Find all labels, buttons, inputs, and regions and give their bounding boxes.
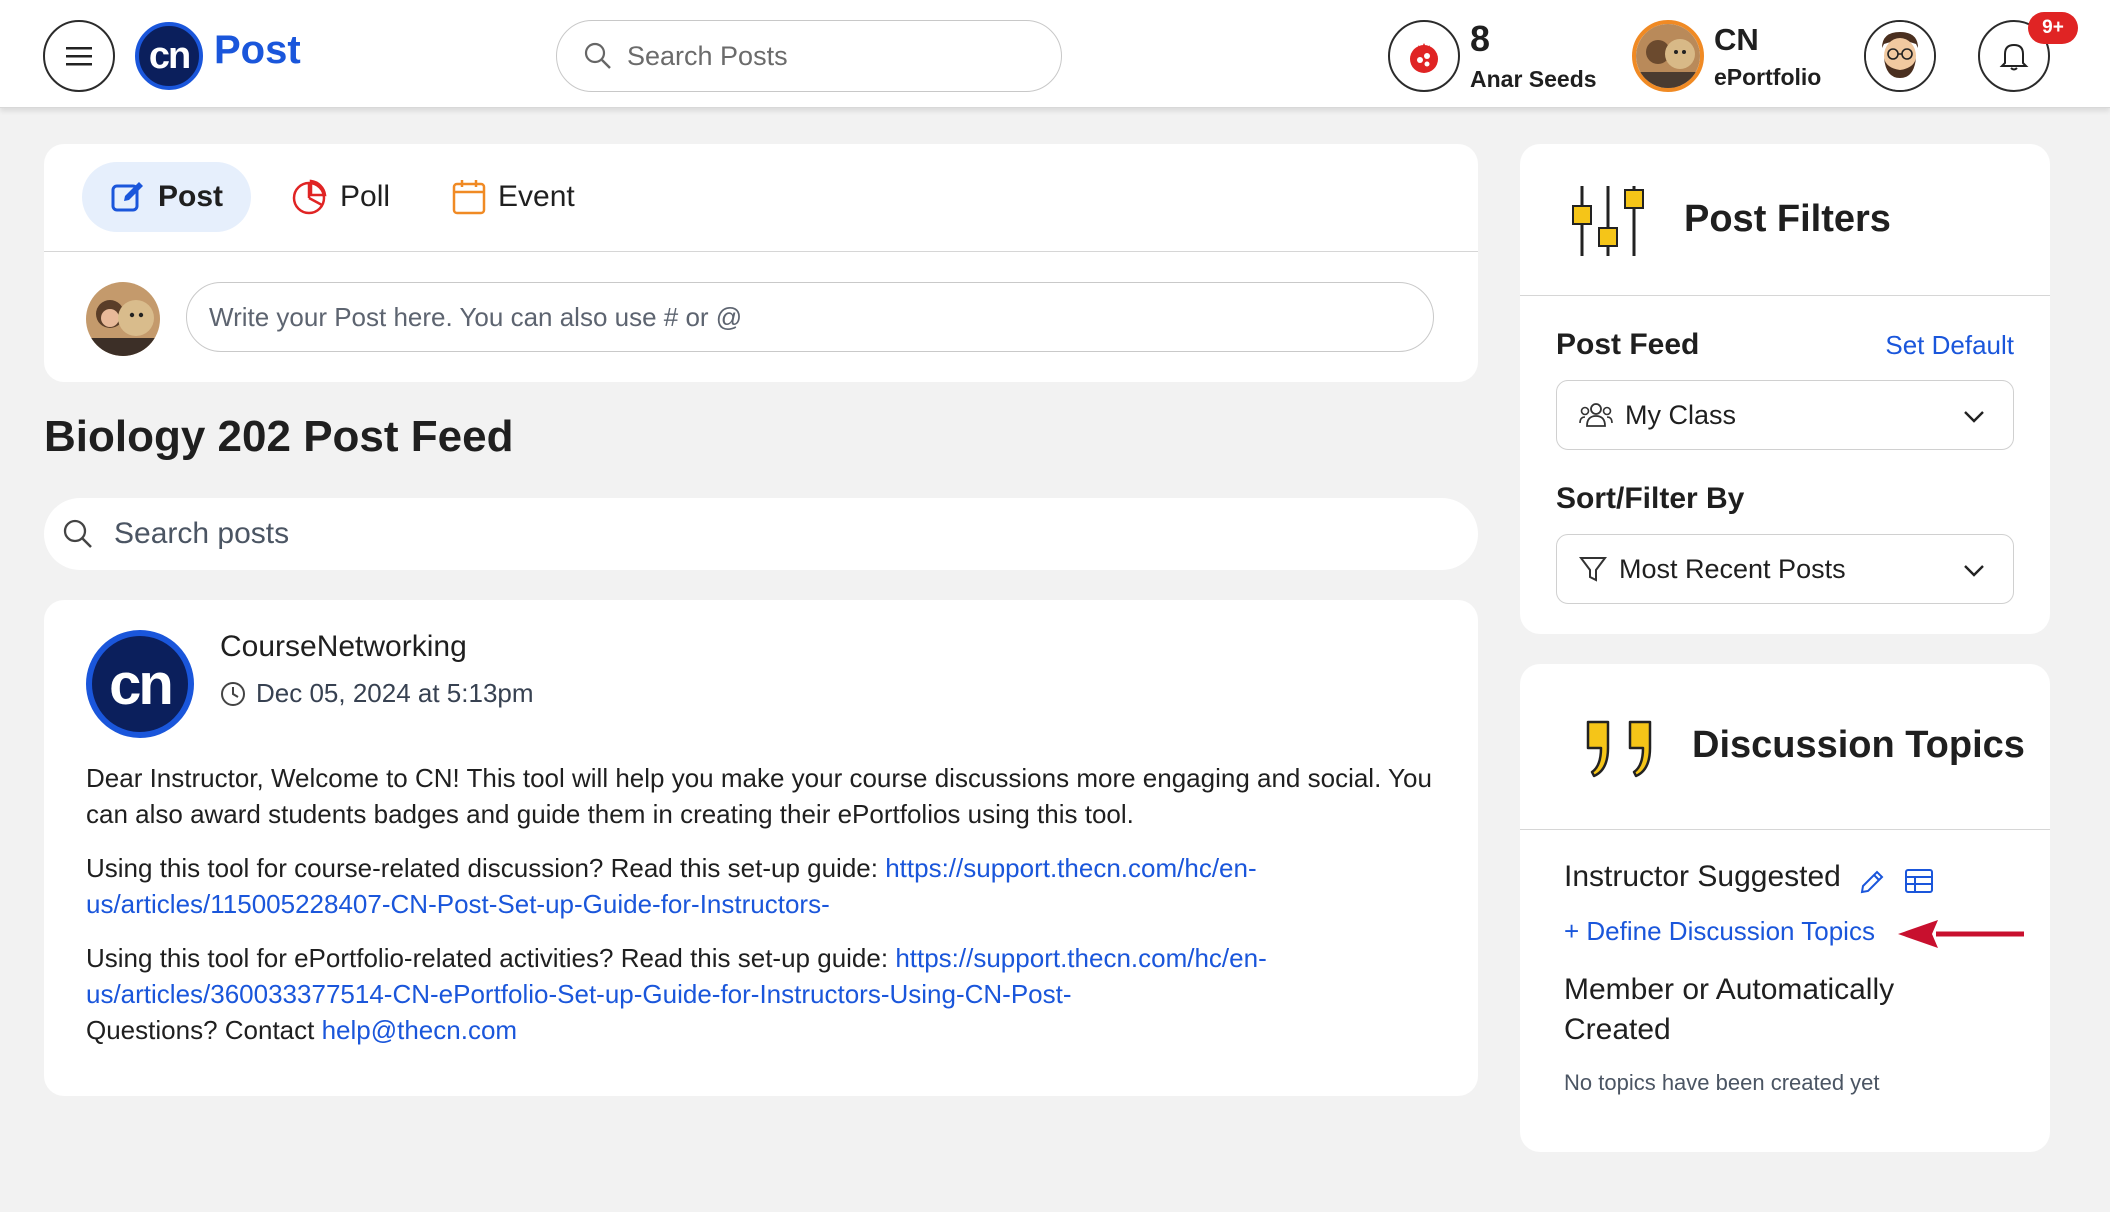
feed-search-input[interactable]: Search posts (44, 498, 1478, 570)
member-created-label: Member or Automatically Created (1564, 973, 1895, 1046)
composer-avatar (86, 282, 160, 356)
eportfolio-avatar-image (1636, 24, 1700, 88)
post-author-logo[interactable]: cn (86, 630, 194, 738)
clock-icon (221, 681, 245, 706)
quote-icon (1586, 720, 1652, 778)
notification-badge: 9+ (2028, 12, 2078, 44)
post-body: Dear Instructor, Welcome to CN! This too… (86, 760, 1446, 1048)
post-paragraph: Questions? Contact help@thecn.com (86, 1015, 518, 1045)
instructor-suggested-label: Instructor Suggested (1564, 860, 1841, 893)
red-arrow-annotation (1898, 920, 2024, 948)
menu-button[interactable] (43, 20, 115, 92)
pie-chart-icon (292, 179, 327, 215)
discussion-topics-header: Discussion Topics (1520, 664, 2050, 830)
post-feed-label: Post Feed (1556, 328, 1700, 361)
search-icon (584, 42, 611, 69)
tab-post[interactable]: Post (82, 162, 252, 232)
post-author[interactable]: CourseNetworking (220, 630, 467, 664)
sort-filter-value: Most Recent Posts (1619, 553, 1846, 584)
eportfolio-title[interactable]: CN (1714, 22, 1759, 58)
eportfolio-avatar[interactable] (1632, 20, 1704, 92)
post-paragraph: Using this tool for course-related discu… (86, 853, 1257, 919)
funnel-icon (1579, 557, 1607, 582)
user-avatar[interactable] (1864, 20, 1936, 92)
cn-logo[interactable]: cn (135, 22, 203, 90)
sort-filter-select[interactable]: Most Recent Posts (1556, 534, 2014, 604)
sort-filter-label: Sort/Filter By (1556, 482, 1745, 515)
post-card: cn CourseNetworking Dec 05, 2024 at 5:13… (44, 600, 1478, 1096)
global-search-input[interactable]: Search Posts (556, 20, 1062, 92)
post-filters-header: Post Filters (1520, 144, 2050, 296)
topics-table-button[interactable] (1904, 868, 1934, 894)
post-filters-panel: Post Filters Post Feed Set Default My Cl… (1520, 144, 2050, 634)
composer-avatar-image (86, 282, 160, 356)
anar-seeds-button[interactable] (1388, 20, 1460, 92)
search-icon (63, 519, 92, 548)
filter-sliders-icon (1572, 186, 1644, 256)
tab-poll[interactable]: Poll (262, 162, 418, 232)
discussion-topics-title: Discussion Topics (1692, 724, 2025, 766)
edit-topics-button[interactable] (1858, 868, 1886, 896)
table-icon (1905, 869, 1933, 893)
seeds-label: Anar Seeds (1470, 66, 1597, 92)
post-paragraph: Using this tool for ePortfolio-related a… (86, 943, 1267, 1009)
post-filters-title: Post Filters (1684, 198, 1891, 240)
post-composer: Post Poll Event Write your Post here. Yo… (44, 144, 1478, 382)
seeds-count: 8 (1470, 18, 1491, 59)
define-discussion-topics-link[interactable]: + Define Discussion Topics (1564, 916, 1875, 947)
edit-icon (111, 182, 143, 212)
hamburger-icon (66, 47, 92, 66)
feed-search-placeholder: Search posts (114, 517, 290, 550)
post-composer-input[interactable]: Write your Post here. You can also use #… (186, 282, 1434, 352)
calendar-icon (452, 180, 486, 215)
discussion-topics-panel: Discussion Topics Instructor Suggested +… (1520, 664, 2050, 1152)
post-feed-select[interactable]: My Class (1556, 380, 2014, 450)
bell-icon (1999, 43, 2029, 71)
top-header: cn Post Search Posts 8 Anar Seeds CN ePo… (0, 0, 2110, 108)
set-default-link[interactable]: Set Default (1885, 330, 2014, 361)
help-email-link[interactable]: help@thecn.com (322, 1015, 518, 1045)
feed-title: Biology 202 Post Feed (44, 412, 514, 461)
post-timestamp: Dec 05, 2024 at 5:13pm (220, 678, 534, 709)
post-feed-value: My Class (1625, 399, 1737, 430)
eportfolio-subtitle[interactable]: ePortfolio (1714, 64, 1821, 91)
pencil-icon (1860, 870, 1884, 894)
tab-event[interactable]: Event (424, 162, 603, 232)
chevron-down-icon (1964, 411, 1984, 423)
composer-tabs: Post Poll Event (44, 144, 1478, 252)
chevron-down-icon (1964, 565, 1984, 577)
no-topics-message: No topics have been created yet (1564, 1070, 1880, 1095)
app-title: Post (214, 28, 301, 72)
post-paragraph: Dear Instructor, Welcome to CN! This too… (86, 763, 1432, 829)
users-icon (1579, 403, 1613, 427)
user-avatar-image (1866, 22, 1934, 90)
pomegranate-icon (1410, 43, 1438, 73)
global-search-placeholder: Search Posts (627, 40, 788, 71)
